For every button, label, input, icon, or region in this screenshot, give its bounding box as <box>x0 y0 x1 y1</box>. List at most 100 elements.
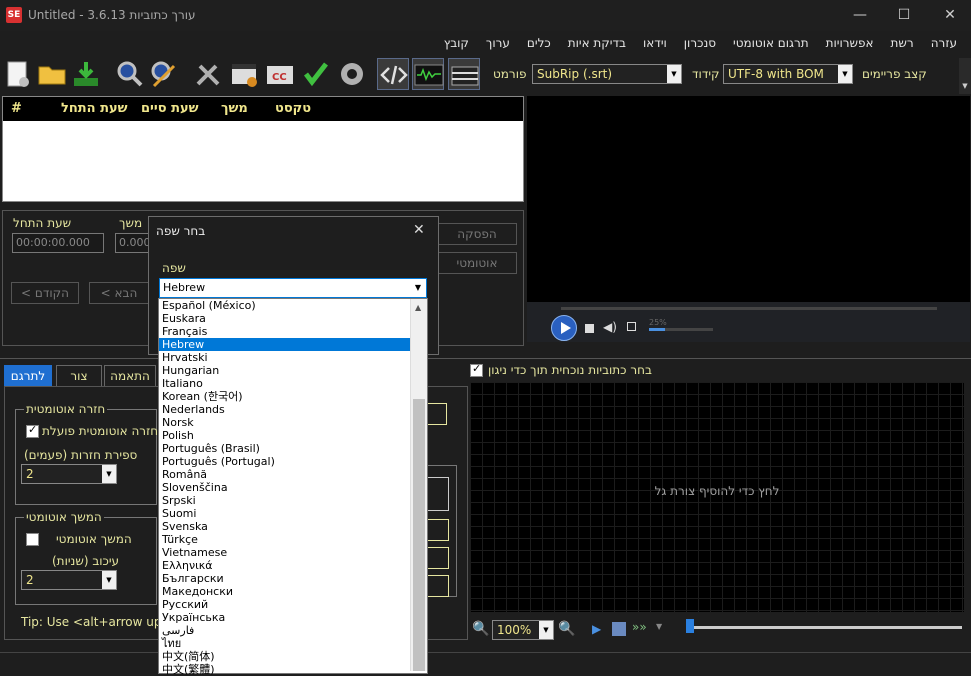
stop-button[interactable] <box>585 324 594 333</box>
column-start[interactable]: שעת התחל <box>61 101 128 116</box>
language-option[interactable]: Ελληνικά <box>159 559 427 572</box>
column-text[interactable]: טקסט <box>275 101 311 116</box>
menu-item-0[interactable]: עזרה <box>931 31 957 55</box>
scroll-thumb[interactable] <box>413 399 425 671</box>
menu-item-1[interactable]: רשת <box>891 31 914 55</box>
tab-create[interactable]: צור <box>56 365 102 387</box>
language-option[interactable]: Svenska <box>159 520 427 533</box>
language-option[interactable]: Korean (한국어) <box>159 390 427 403</box>
options-chevron-icon[interactable]: ▼ <box>656 622 662 631</box>
column-end[interactable]: שעת סיים <box>141 101 198 116</box>
select-current-checkbox[interactable] <box>470 362 483 377</box>
language-option[interactable]: Nederlands <box>159 403 427 416</box>
language-option[interactable]: Español (México) <box>159 299 427 312</box>
language-option[interactable]: Български <box>159 572 427 585</box>
waveform-zoom-slider[interactable] <box>686 626 962 629</box>
tab-translate[interactable]: לתרגם <box>4 365 52 387</box>
menu-item-5[interactable]: וידאו <box>643 31 667 55</box>
language-option[interactable]: Norsk <box>159 416 427 429</box>
waveform-icon[interactable] <box>412 58 444 90</box>
language-option[interactable]: Türkçe <box>159 533 427 546</box>
close-button[interactable]: ✕ <box>930 4 970 26</box>
prev-button[interactable]: < הקודם <box>11 282 79 304</box>
fullscreen-icon[interactable] <box>627 322 636 331</box>
language-option[interactable]: Português (Brasil) <box>159 442 427 455</box>
zoom-out-icon[interactable]: 🔍 <box>472 621 489 637</box>
next-button[interactable]: < הבא <box>89 282 149 304</box>
format-select[interactable]: SubRip (.srt) ▼ <box>532 64 682 84</box>
zoom-select[interactable]: 100% ▼ <box>492 620 554 640</box>
language-option[interactable]: Polish <box>159 429 427 442</box>
subtitle-grid[interactable]: # שעת התחל שעת סיים משך טקסט <box>2 96 524 202</box>
toolbar-overflow-icon[interactable]: ▼ <box>959 58 971 94</box>
download-icon[interactable] <box>70 58 102 90</box>
language-option[interactable]: Euskara <box>159 312 427 325</box>
menu-item-3[interactable]: תרגום אוטומטי <box>733 31 809 55</box>
translate-field-2[interactable] <box>427 547 449 569</box>
auto-repeat-checkbox[interactable] <box>26 423 39 438</box>
translate-button[interactable] <box>427 477 449 511</box>
language-option[interactable]: Français <box>159 325 427 338</box>
dropdown-scrollbar[interactable]: ▲ <box>410 299 427 671</box>
language-option[interactable]: Українська <box>159 611 427 624</box>
language-option[interactable]: Slovenščina <box>159 481 427 494</box>
menu-item-8[interactable]: ערוך <box>486 31 510 55</box>
language-option[interactable]: 中文(繁體) <box>159 663 427 676</box>
start-time-input[interactable]: 00:00:00.000 <box>12 233 104 253</box>
language-option[interactable]: Srpski <box>159 494 427 507</box>
menu-item-7[interactable]: כלים <box>527 31 551 55</box>
language-option[interactable]: Македонски <box>159 585 427 598</box>
new-file-icon[interactable] <box>2 58 34 90</box>
language-option[interactable]: Hrvatski <box>159 351 427 364</box>
column-number[interactable]: # <box>11 101 22 116</box>
language-option[interactable]: Vietnamese <box>159 546 427 559</box>
language-option[interactable]: Hungarian <box>159 364 427 377</box>
language-option[interactable]: Hebrew <box>159 338 427 351</box>
video-player[interactable] <box>527 96 970 302</box>
menu-item-4[interactable]: סנכרון <box>684 31 716 55</box>
language-option[interactable]: فارسی <box>159 624 427 637</box>
play-selection-icon[interactable]: ▶ <box>592 622 601 636</box>
video-clapper-icon[interactable] <box>448 58 480 90</box>
language-option[interactable]: ไทย <box>159 637 427 650</box>
delay-select[interactable]: 2 ▼ <box>21 570 117 590</box>
auto-continue-checkbox[interactable] <box>26 533 39 546</box>
slider-thumb[interactable] <box>686 619 694 633</box>
play-button[interactable] <box>551 315 577 341</box>
language-option[interactable]: 中文(简体) <box>159 650 427 663</box>
language-option[interactable]: Suomi <box>159 507 427 520</box>
translate-source-field[interactable] <box>425 403 447 425</box>
video-position-bar[interactable] <box>561 307 937 310</box>
menu-item-9[interactable]: קובץ <box>444 31 469 55</box>
source-view-icon[interactable] <box>377 58 409 90</box>
volume-icon[interactable]: ◀) <box>603 320 617 334</box>
dialog-close-button[interactable]: ✕ <box>413 222 425 238</box>
language-option[interactable]: Português (Portugal) <box>159 455 427 468</box>
zoom-in-icon[interactable]: 🔍 <box>558 621 575 637</box>
language-option[interactable]: Русский <box>159 598 427 611</box>
minimize-button[interactable]: — <box>840 4 880 26</box>
encoding-select[interactable]: UTF-8 with BOM ▼ <box>723 64 853 84</box>
menu-item-2[interactable]: אפשרויות <box>826 31 874 55</box>
visual-sync-icon[interactable] <box>228 58 260 90</box>
replace-icon[interactable] <box>148 58 180 90</box>
translate-field-1[interactable] <box>427 519 449 541</box>
language-select[interactable]: Hebrew ▼ <box>159 278 427 298</box>
grid-view-icon[interactable] <box>612 622 626 636</box>
volume-slider[interactable] <box>649 328 713 331</box>
language-option[interactable]: Italiano <box>159 377 427 390</box>
repeat-count-select[interactable]: 2 ▼ <box>21 464 117 484</box>
tools-icon[interactable] <box>192 58 224 90</box>
language-option[interactable]: Română <box>159 468 427 481</box>
menu-item-6[interactable]: בדיקת איות <box>568 31 626 55</box>
check-icon[interactable] <box>300 58 332 90</box>
settings-icon[interactable] <box>336 58 368 90</box>
maximize-button[interactable]: ☐ <box>884 4 924 26</box>
language-dropdown-list[interactable]: Español (México) Euskara Français Hebrew Hrv… <box>158 298 428 676</box>
fast-forward-icon[interactable]: »» <box>632 620 647 634</box>
tab-adjust[interactable]: התאמה <box>104 365 156 387</box>
open-folder-icon[interactable] <box>36 58 68 90</box>
auto-duration-button[interactable]: אוטומטי <box>437 252 517 274</box>
column-duration[interactable]: משך <box>221 101 248 116</box>
spell-check-cc-icon[interactable]: CC <box>264 58 296 90</box>
